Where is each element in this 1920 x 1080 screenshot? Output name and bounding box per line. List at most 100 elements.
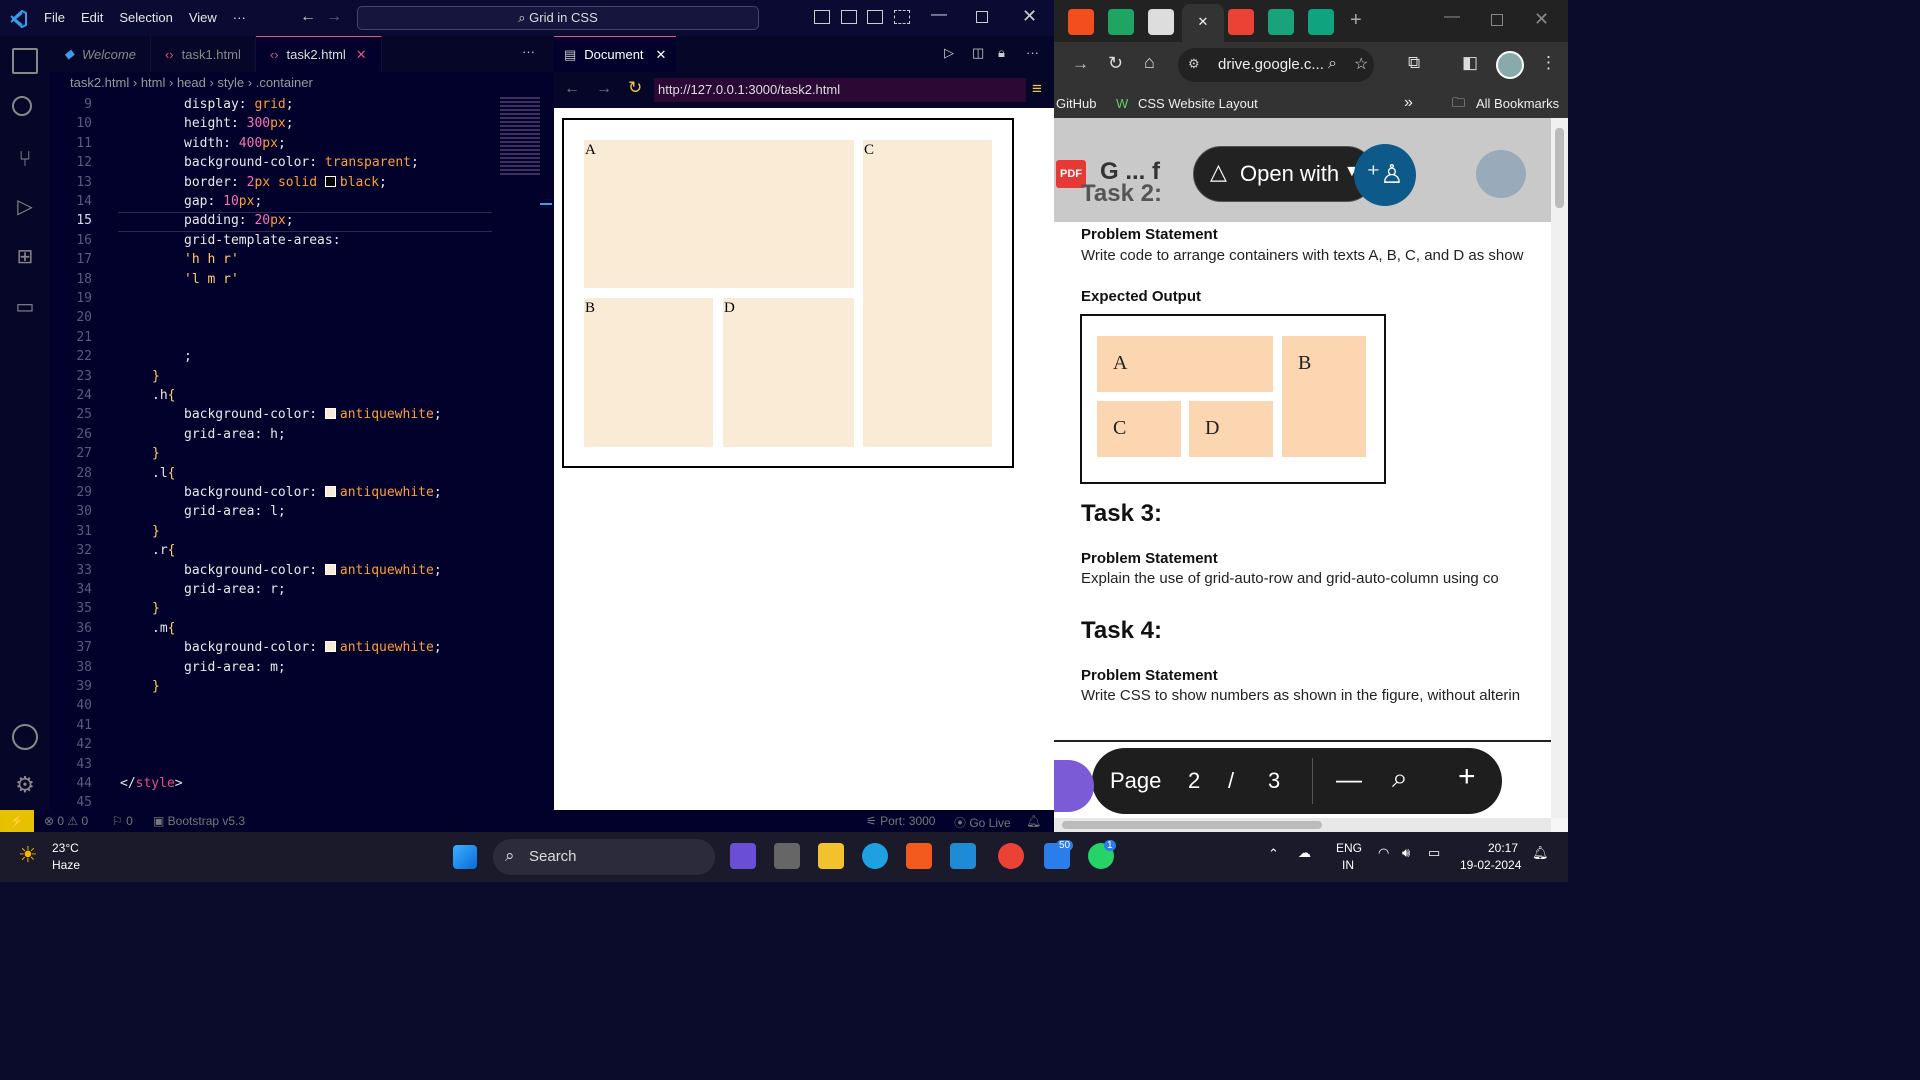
start-icon[interactable] bbox=[453, 845, 477, 869]
port-status[interactable]: ⚟ Port: 3000 bbox=[866, 814, 935, 828]
all-bookmarks[interactable]: All Bookmarks bbox=[1476, 96, 1559, 111]
customize-layout-icon[interactable] bbox=[894, 10, 910, 24]
clock-date[interactable]: 19-02-2024 bbox=[1460, 858, 1521, 872]
toggle-sidebar-icon[interactable] bbox=[814, 10, 830, 24]
more-menu-icon[interactable]: ⋮ bbox=[1540, 53, 1557, 73]
language-eng[interactable]: ENG bbox=[1336, 841, 1362, 855]
tab-welcome[interactable]: ◆ Welcome bbox=[50, 36, 151, 72]
more-actions-icon[interactable]: ··· bbox=[1026, 45, 1039, 60]
taskbar-search[interactable]: ⌕ Search bbox=[493, 839, 715, 875]
breadcrumb-container[interactable]: .container bbox=[256, 75, 313, 90]
language-in[interactable]: IN bbox=[1342, 858, 1354, 872]
address-bar[interactable]: ⚙ drive.google.c... ⌕ ☆ bbox=[1178, 48, 1374, 82]
extensions-icon[interactable]: ⧉ bbox=[1408, 53, 1420, 73]
zoom-in-icon[interactable]: + bbox=[1458, 760, 1476, 794]
app2-tab-icon[interactable] bbox=[1268, 9, 1294, 35]
volume-icon[interactable]: 🔊︎ bbox=[1402, 845, 1410, 861]
avatar[interactable] bbox=[1496, 51, 1524, 79]
go-live-button[interactable]: ⦿ Go Live bbox=[954, 814, 1011, 831]
reload-icon[interactable]: ↻ bbox=[628, 78, 642, 98]
close-tab-icon[interactable]: ✕ bbox=[656, 47, 667, 63]
back-arrow-icon[interactable]: ← bbox=[564, 80, 580, 98]
toggle-panel-icon[interactable] bbox=[841, 10, 857, 24]
account-icon[interactable] bbox=[12, 724, 38, 750]
site-info-icon[interactable]: ⚙ bbox=[1188, 56, 1200, 72]
minimap[interactable] bbox=[496, 95, 552, 810]
horizontal-scrollbar[interactable] bbox=[1054, 818, 1551, 832]
copilot-icon[interactable] bbox=[730, 843, 756, 869]
explorer-icon[interactable] bbox=[12, 48, 38, 74]
maximize-icon[interactable] bbox=[976, 11, 988, 23]
preview-url-input[interactable]: http://127.0.0.1:3000/task2.html bbox=[654, 78, 1026, 102]
forward-arrow-icon[interactable]: → bbox=[1072, 54, 1089, 74]
add-person-icon[interactable]: ⁺♙ bbox=[1354, 144, 1416, 206]
scrollbar-thumb[interactable] bbox=[1062, 821, 1322, 829]
breadcrumb-file[interactable]: task2.html bbox=[70, 75, 129, 90]
minimize-icon[interactable]: — bbox=[1444, 8, 1460, 26]
weather-icon[interactable]: ☀ bbox=[18, 842, 38, 868]
forward-arrow-icon[interactable]: → bbox=[326, 8, 342, 26]
remote-indicator-icon[interactable]: ⚡ bbox=[0, 810, 34, 832]
tab-document[interactable]: ▤ Document ✕ bbox=[554, 36, 676, 72]
side-panel-icon[interactable]: ◧ bbox=[1462, 53, 1478, 73]
gmail-tab-icon[interactable] bbox=[1228, 9, 1254, 35]
minimize-icon[interactable]: — bbox=[931, 6, 947, 24]
menu-file[interactable]: File bbox=[36, 10, 73, 25]
forward-arrow-icon[interactable]: → bbox=[596, 80, 612, 98]
scrollbar-thumb[interactable] bbox=[1555, 128, 1564, 208]
run-icon[interactable]: ▷ bbox=[944, 45, 954, 61]
tab-task1[interactable]: ‹› task1.html bbox=[151, 36, 256, 72]
avatar[interactable] bbox=[1476, 150, 1526, 198]
brave-icon[interactable] bbox=[906, 843, 932, 869]
edge-icon[interactable] bbox=[862, 843, 888, 869]
battery-icon[interactable]: ▭ bbox=[1428, 845, 1440, 861]
ports-indicator[interactable]: ⚐ 0 bbox=[112, 814, 133, 828]
new-tab-icon[interactable]: + bbox=[1350, 9, 1362, 32]
problems-indicator[interactable]: ⊗ 0 ⚠ 0 bbox=[44, 814, 88, 828]
wifi-icon[interactable]: ◠ bbox=[1378, 845, 1389, 861]
tab-task2[interactable]: ‹› task2.html ✕ bbox=[255, 36, 382, 72]
chrome-taskbar-icon[interactable] bbox=[998, 843, 1024, 869]
close-tab-icon[interactable]: ✕ bbox=[356, 47, 367, 63]
zoom-magnifier-icon[interactable]: ⌕ bbox=[1392, 762, 1408, 795]
zoom-out-icon[interactable]: — bbox=[1336, 764, 1362, 795]
close-icon[interactable]: ✕ bbox=[1022, 6, 1037, 27]
scrollbar[interactable] bbox=[1551, 118, 1568, 818]
zoom-icon[interactable]: ⌕ bbox=[1328, 55, 1337, 73]
vscode-taskbar-icon[interactable] bbox=[950, 843, 976, 869]
breadcrumb-head[interactable]: head bbox=[177, 75, 206, 90]
bookmark-github[interactable]: GitHub bbox=[1056, 96, 1096, 111]
reload-icon[interactable]: ↻ bbox=[1108, 53, 1123, 74]
code-editor[interactable]: display: grid; height: 300px; width: 400… bbox=[120, 95, 492, 810]
app-tab-icon[interactable] bbox=[1148, 9, 1174, 35]
breadcrumb-html[interactable]: html bbox=[141, 75, 166, 90]
back-arrow-icon[interactable]: ← bbox=[300, 8, 316, 26]
toggle-secondary-sidebar-icon[interactable] bbox=[867, 10, 883, 24]
run-debug-icon[interactable]: ▷ bbox=[12, 194, 38, 220]
more-actions-icon[interactable]: ··· bbox=[522, 44, 535, 59]
chatgpt-tab-icon[interactable] bbox=[1308, 9, 1334, 35]
home-icon[interactable]: ⌂ bbox=[1144, 52, 1155, 73]
menu-more[interactable]: ··· bbox=[225, 10, 254, 25]
figma-tab-icon[interactable] bbox=[1068, 9, 1094, 35]
bookmark-css-layout[interactable]: CSS Website Layout bbox=[1138, 96, 1258, 111]
menu-selection[interactable]: Selection bbox=[111, 10, 180, 25]
notification-bell-icon[interactable]: 🔔︎ bbox=[1532, 845, 1549, 861]
menu-view[interactable]: View bbox=[181, 10, 225, 25]
open-with-button[interactable]: △ Open with ▼ bbox=[1193, 146, 1375, 202]
chevron-up-icon[interactable]: ⌃ bbox=[1268, 846, 1279, 862]
menu-icon[interactable]: ≡ bbox=[1032, 79, 1042, 99]
bell-icon[interactable]: 🔔︎ bbox=[1026, 814, 1041, 828]
bookmark-star-icon[interactable]: ☆ bbox=[1354, 54, 1368, 74]
split-editor-icon[interactable]: ◫ bbox=[972, 45, 984, 61]
gear-icon[interactable]: ⚙ bbox=[12, 772, 38, 798]
active-tab-close-icon[interactable]: ✕ bbox=[1182, 4, 1224, 42]
breadcrumb-style[interactable]: style bbox=[217, 75, 244, 90]
menu-edit[interactable]: Edit bbox=[73, 10, 111, 25]
file-explorer-icon[interactable] bbox=[818, 843, 844, 869]
page-current-input[interactable]: 2 bbox=[1188, 768, 1200, 794]
extensions-icon[interactable]: ⊞ bbox=[12, 244, 38, 270]
task-view-icon[interactable] bbox=[774, 843, 800, 869]
cloud-icon[interactable]: ☁ bbox=[1298, 845, 1311, 861]
clock-time[interactable]: 20:17 bbox=[1488, 841, 1518, 855]
